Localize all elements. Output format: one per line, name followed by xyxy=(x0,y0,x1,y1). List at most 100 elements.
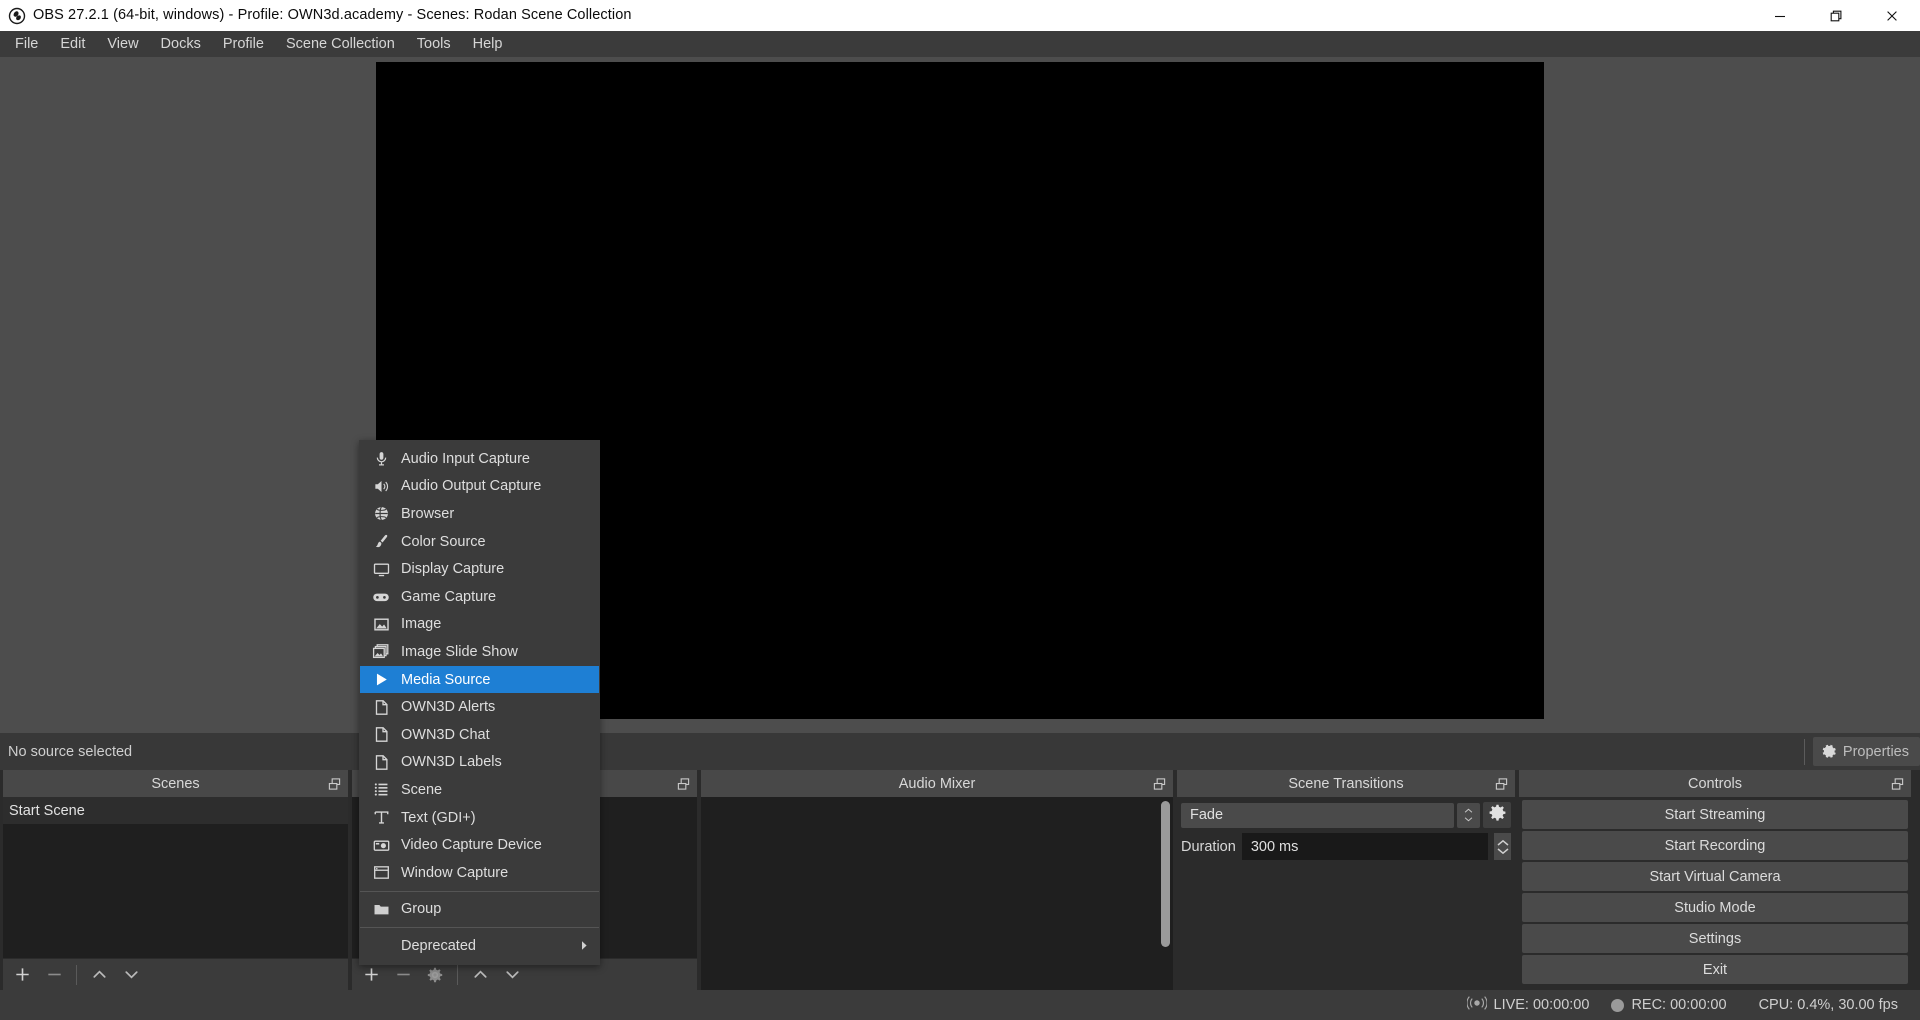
scenes-dock-title: Scenes xyxy=(151,776,199,792)
scenes-list[interactable]: Start Scene xyxy=(3,797,348,958)
audio-mixer-dock-header: Audio Mixer xyxy=(701,770,1173,797)
menu-item-text-gdi[interactable]: Text (GDI+) xyxy=(360,804,599,832)
duration-stepper[interactable] xyxy=(1494,833,1511,860)
studio-mode-button[interactable]: Studio Mode xyxy=(1522,893,1908,922)
menu-scene-collection[interactable]: Scene Collection xyxy=(275,32,406,57)
menu-item-label: Window Capture xyxy=(401,865,508,881)
maximize-icon[interactable] xyxy=(1808,0,1864,31)
menu-item-image-slide-show[interactable]: Image Slide Show xyxy=(360,638,599,666)
menu-item-label: Color Source xyxy=(401,534,486,550)
menu-item-own3d-labels[interactable]: OWN3D Labels xyxy=(360,749,599,777)
start-recording-button[interactable]: Start Recording xyxy=(1522,831,1908,860)
rec-timer: REC: 00:00:00 xyxy=(1631,997,1726,1013)
start-virtual-camera-button[interactable]: Start Virtual Camera xyxy=(1522,862,1908,891)
menu-item-label: Video Capture Device xyxy=(401,837,542,853)
properties-button[interactable]: Properties xyxy=(1813,737,1920,766)
gear-icon xyxy=(1821,743,1838,760)
monitor-icon xyxy=(370,559,392,579)
menu-item-game-capture[interactable]: Game Capture xyxy=(360,583,599,611)
preview-area xyxy=(0,57,1920,733)
controls-dock: Controls Start Streaming Start Recording… xyxy=(1519,770,1911,990)
menu-item-audio-output-capture[interactable]: Audio Output Capture xyxy=(360,473,599,501)
window-icon xyxy=(370,863,392,883)
dock-row: Scenes Start Scene xyxy=(0,770,1920,990)
scene-transitions-dock: Scene Transitions Fade xyxy=(1177,770,1515,990)
menu-item-image[interactable]: Image xyxy=(360,611,599,639)
controls-body: Start Streaming Start Recording Start Vi… xyxy=(1519,797,1911,990)
scene-list-item[interactable]: Start Scene xyxy=(3,797,348,824)
duration-input[interactable]: 300 ms xyxy=(1242,833,1488,860)
menu-item-label: Audio Input Capture xyxy=(401,451,530,467)
menu-item-media-source[interactable]: Media Source xyxy=(360,666,599,694)
menu-item-scene[interactable]: Scene xyxy=(360,776,599,804)
audio-mixer-scrollbar[interactable] xyxy=(1161,801,1170,947)
menu-item-own3d-alerts[interactable]: OWN3D Alerts xyxy=(360,693,599,721)
title-bar: OBS 27.2.1 (64-bit, windows) - Profile: … xyxy=(0,0,1920,31)
move-scene-up-button[interactable] xyxy=(84,961,114,989)
undock-icon[interactable] xyxy=(677,777,690,790)
menu-file[interactable]: File xyxy=(4,32,49,57)
menu-edit[interactable]: Edit xyxy=(49,32,96,57)
remove-scene-button[interactable] xyxy=(39,961,69,989)
folder-icon xyxy=(370,899,392,919)
document-icon xyxy=(370,752,392,772)
context-menu-divider xyxy=(360,927,599,928)
add-source-button[interactable] xyxy=(356,961,386,989)
menu-tools[interactable]: Tools xyxy=(406,32,462,57)
scene-transitions-body: Fade Duratio xyxy=(1177,797,1515,990)
context-menu-divider xyxy=(360,891,599,892)
transition-select[interactable]: Fade xyxy=(1181,803,1454,828)
menu-item-color-source[interactable]: Color Source xyxy=(360,528,599,556)
undock-icon[interactable] xyxy=(1495,777,1508,790)
menu-docks[interactable]: Docks xyxy=(150,32,212,57)
start-streaming-button[interactable]: Start Streaming xyxy=(1522,800,1908,829)
menu-item-browser[interactable]: Browser xyxy=(360,500,599,528)
close-icon[interactable] xyxy=(1864,0,1920,31)
scene-transitions-dock-header: Scene Transitions xyxy=(1177,770,1515,797)
sources-toolbar-divider xyxy=(457,965,458,985)
minimize-icon[interactable] xyxy=(1752,0,1808,31)
document-icon xyxy=(370,697,392,717)
obs-main-window: OBS 27.2.1 (64-bit, windows) - Profile: … xyxy=(0,0,1920,1020)
undock-icon[interactable] xyxy=(1153,777,1166,790)
transition-select-row: Fade xyxy=(1181,802,1511,828)
obs-logo-icon xyxy=(8,7,26,25)
document-icon xyxy=(370,725,392,745)
menu-item-label: OWN3D Chat xyxy=(401,727,490,743)
menu-item-label: Image Slide Show xyxy=(401,644,518,660)
transition-properties-button[interactable] xyxy=(1483,802,1511,828)
menu-item-label: Text (GDI+) xyxy=(401,810,476,826)
move-source-down-button[interactable] xyxy=(497,961,527,989)
menu-item-video-capture-device[interactable]: Video Capture Device xyxy=(360,831,599,859)
menu-help[interactable]: Help xyxy=(462,32,514,57)
no-source-selected-label: No source selected xyxy=(0,744,132,760)
camera-icon xyxy=(370,835,392,855)
menu-item-own3d-chat[interactable]: OWN3D Chat xyxy=(360,721,599,749)
scenes-dock-header: Scenes xyxy=(3,770,348,797)
controls-dock-header: Controls xyxy=(1519,770,1911,797)
menu-item-display-capture[interactable]: Display Capture xyxy=(360,555,599,583)
menu-item-window-capture[interactable]: Window Capture xyxy=(360,859,599,887)
menu-view[interactable]: View xyxy=(96,32,149,57)
audio-mixer-dock: Audio Mixer xyxy=(701,770,1173,990)
speaker-icon xyxy=(370,476,392,496)
undock-icon[interactable] xyxy=(328,777,341,790)
menu-item-group[interactable]: Group xyxy=(360,896,599,924)
menu-item-label: OWN3D Labels xyxy=(401,754,502,770)
move-source-up-button[interactable] xyxy=(465,961,495,989)
exit-button[interactable]: Exit xyxy=(1522,955,1908,984)
list-icon xyxy=(370,780,392,800)
microphone-icon xyxy=(370,449,392,469)
source-properties-button[interactable] xyxy=(420,961,450,989)
audio-mixer-body[interactable] xyxy=(701,797,1173,990)
menu-profile[interactable]: Profile xyxy=(212,32,275,57)
settings-button[interactable]: Settings xyxy=(1522,924,1908,953)
menu-item-deprecated[interactable]: Deprecated xyxy=(360,932,599,960)
menu-item-audio-input-capture[interactable]: Audio Input Capture xyxy=(360,445,599,473)
undock-icon[interactable] xyxy=(1891,777,1904,790)
add-scene-button[interactable] xyxy=(7,961,37,989)
remove-source-button[interactable] xyxy=(388,961,418,989)
move-scene-down-button[interactable] xyxy=(116,961,146,989)
transition-select-arrows[interactable] xyxy=(1457,803,1480,828)
text-icon xyxy=(370,808,392,828)
